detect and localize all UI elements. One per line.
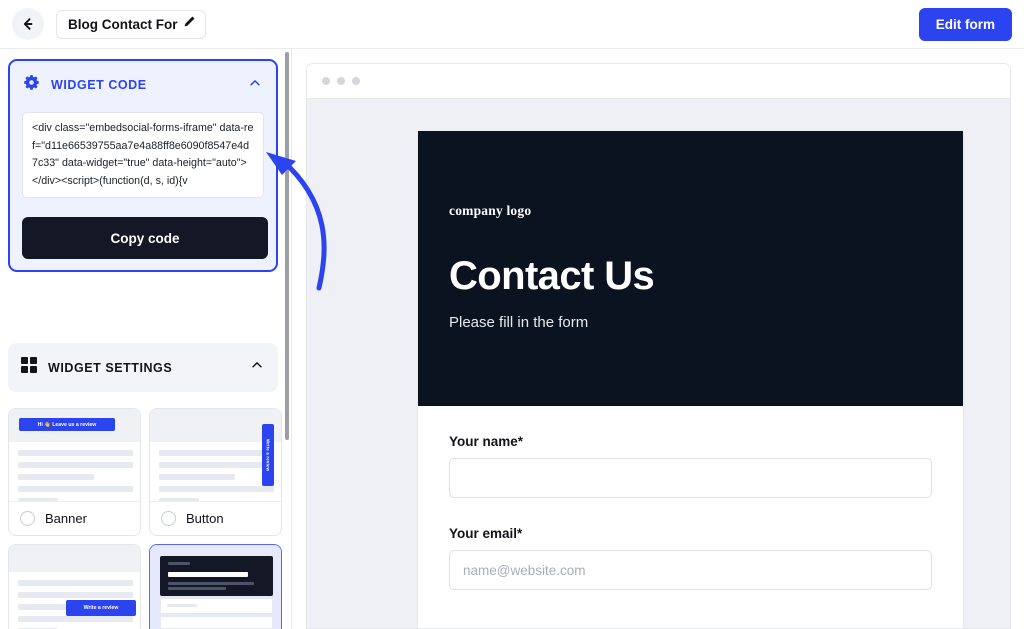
layout-option-embedded[interactable]: Embedded bbox=[149, 544, 282, 629]
field-label: Your email* bbox=[449, 526, 523, 541]
form-body: Your name* Your email* bbox=[418, 406, 963, 590]
form-heading: Contact Us bbox=[449, 254, 655, 298]
gear-icon bbox=[23, 74, 40, 96]
chevron-up-icon[interactable] bbox=[250, 358, 264, 377]
your-email-input[interactable] bbox=[449, 550, 932, 590]
layout-option-floater[interactable]: Write a review Floater bbox=[8, 544, 141, 629]
widget-settings-header[interactable]: WIDGET SETTINGS bbox=[8, 343, 278, 392]
widget-code-panel: WIDGET CODE <div class="embedsocial-form… bbox=[8, 59, 278, 272]
sidebar-scrollbar-thumb[interactable] bbox=[285, 52, 289, 440]
edit-form-button[interactable]: Edit form bbox=[918, 8, 1012, 41]
your-name-input[interactable] bbox=[449, 458, 932, 498]
widget-code-header[interactable]: WIDGET CODE bbox=[10, 61, 276, 109]
preview-canvas: company logo Contact Us Please fill in t… bbox=[307, 99, 1010, 628]
banner-option-footer[interactable]: Banner bbox=[9, 502, 140, 535]
form-preview-panel: company logo Contact Us Please fill in t… bbox=[293, 49, 1024, 629]
floater-thumbnail: Write a review bbox=[9, 545, 140, 629]
field-your-name: Your name* bbox=[449, 434, 932, 498]
window-maximize-icon bbox=[352, 77, 360, 85]
settings-sidebar: WIDGET CODE <div class="embedsocial-form… bbox=[0, 49, 292, 629]
embed-code-text: <div class="embedsocial-forms-iframe" da… bbox=[32, 122, 254, 187]
browser-title-bar bbox=[307, 64, 1010, 99]
layout-option-button[interactable]: Write a review Button bbox=[149, 408, 282, 536]
widget-code-title: WIDGET CODE bbox=[51, 78, 147, 92]
radio-button[interactable] bbox=[161, 511, 176, 526]
embedded-thumbnail bbox=[150, 545, 281, 629]
banner-thumbnail: Hi 👋 Leave us a review bbox=[9, 409, 140, 502]
company-logo: company logo bbox=[449, 203, 532, 218]
top-bar: Blog Contact Form D Edit form bbox=[0, 0, 1024, 49]
floater-thumb-pill: Write a review bbox=[66, 600, 136, 616]
layout-option-label: Button bbox=[186, 511, 224, 526]
widget-settings-title: WIDGET SETTINGS bbox=[48, 360, 173, 375]
layout-option-banner[interactable]: Hi 👋 Leave us a review Banner bbox=[8, 408, 141, 536]
banner-thumb-pill: Hi 👋 Leave us a review bbox=[19, 418, 115, 431]
radio-banner[interactable] bbox=[20, 511, 35, 526]
layout-option-label: Banner bbox=[45, 511, 87, 526]
field-your-email: Your email* bbox=[449, 526, 932, 590]
window-close-icon bbox=[322, 77, 330, 85]
copy-code-button[interactable]: Copy code bbox=[22, 217, 268, 259]
embed-code-box[interactable]: <div class="embedsocial-forms-iframe" da… bbox=[22, 112, 264, 198]
back-button[interactable] bbox=[12, 8, 44, 40]
window-minimize-icon bbox=[337, 77, 345, 85]
app-root: Blog Contact Form D Edit form bbox=[0, 0, 1024, 629]
chevron-up-icon[interactable] bbox=[248, 76, 262, 95]
field-label: Your name* bbox=[449, 434, 524, 449]
grid-icon bbox=[21, 357, 37, 378]
form-subheading: Please fill in the form bbox=[449, 314, 589, 331]
form-title-field[interactable]: Blog Contact Form D bbox=[56, 9, 206, 39]
pencil-icon[interactable] bbox=[183, 15, 196, 33]
button-option-footer[interactable]: Button bbox=[150, 502, 281, 535]
contact-form-card: company logo Contact Us Please fill in t… bbox=[418, 131, 963, 628]
browser-mockup: company logo Contact Us Please fill in t… bbox=[306, 63, 1011, 629]
form-hero: company logo Contact Us Please fill in t… bbox=[418, 131, 963, 406]
arrow-left-icon bbox=[20, 16, 36, 32]
widget-layout-options: Hi 👋 Leave us a review Banner Write a re… bbox=[8, 408, 282, 629]
button-thumbnail: Write a review bbox=[150, 409, 281, 502]
form-title-text: Blog Contact Form D bbox=[68, 16, 178, 32]
button-thumb-pill: Write a review bbox=[262, 424, 274, 486]
